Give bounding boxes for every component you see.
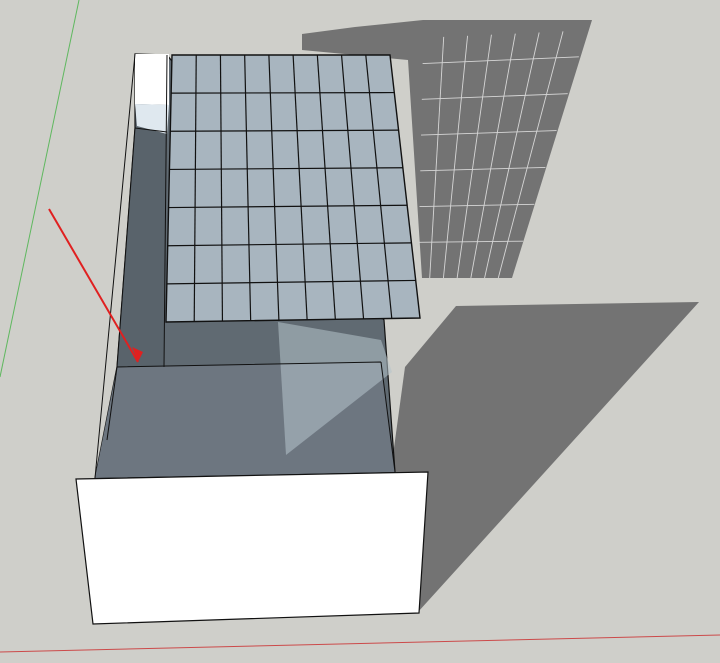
solar-panel-array[interactable] <box>165 54 421 323</box>
top-white-face <box>135 54 169 105</box>
panel-grid-line <box>171 91 395 94</box>
sketchup-viewport[interactable] <box>0 0 720 663</box>
3d-scene[interactable] <box>0 0 720 663</box>
front-wall[interactable] <box>75 471 429 625</box>
